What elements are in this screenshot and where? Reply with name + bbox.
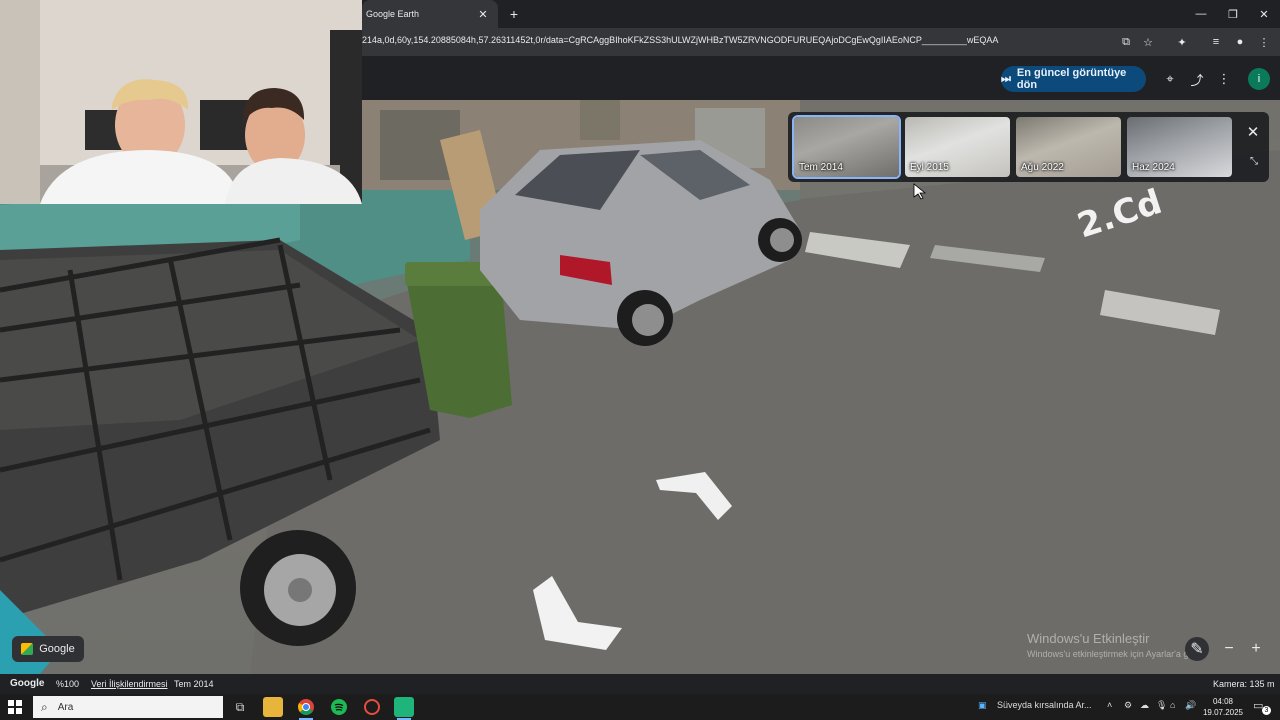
address-bar[interactable]: 214a,0d,60y,154.20885084h,57.26311452t,0… bbox=[362, 28, 1280, 56]
chrome-icon[interactable] bbox=[296, 697, 316, 720]
install-app-icon[interactable]: ⧉ bbox=[1118, 34, 1134, 50]
windows-taskbar: ⌕ Ara ⧉ ▣ Süveyda kırsalında Ar... ˄ ⚙ ☁… bbox=[0, 694, 1280, 720]
network-icon[interactable]: ⌂ bbox=[1170, 700, 1175, 710]
clock-date: 19.07.2025 bbox=[1202, 708, 1244, 717]
tab-google-earth[interactable]: Google Earth ✕ bbox=[362, 0, 498, 28]
taskbar-search[interactable]: ⌕ Ara bbox=[33, 696, 223, 718]
search-icon: ⌕ bbox=[41, 699, 48, 714]
historical-imagery-panel: Tem 2014 Eyl 2015 Ağu 2022 Haz 2024 ✕ ⤡ bbox=[788, 112, 1269, 182]
volume-icon[interactable]: 🔊 bbox=[1185, 700, 1196, 711]
screenshot-icon[interactable]: ⌖ bbox=[1161, 70, 1179, 88]
avatar[interactable]: i bbox=[1248, 68, 1270, 90]
tray-app-icon[interactable]: ⚙ bbox=[1124, 700, 1132, 711]
profile-icon[interactable]: ● bbox=[1232, 34, 1248, 50]
url-text[interactable]: 214a,0d,60y,154.20885084h,57.26311452t,0… bbox=[362, 35, 998, 45]
restore-icon[interactable]: ❐ bbox=[1217, 0, 1249, 28]
task-view-icon[interactable]: ⧉ bbox=[230, 697, 250, 717]
history-thumb-label: Tem 2014 bbox=[799, 162, 843, 173]
webcam-feed-illustration bbox=[0, 0, 362, 204]
history-thumb-2[interactable]: Eyl 2015 bbox=[905, 117, 1010, 177]
zoom-out-button[interactable]: − bbox=[1217, 637, 1241, 661]
spotify-icon[interactable] bbox=[329, 697, 349, 717]
share-icon[interactable]: ⤴ bbox=[1188, 70, 1206, 88]
more-options-icon[interactable]: ⋮ bbox=[1215, 70, 1233, 88]
microphone-icon[interactable]: 🎙 bbox=[1156, 700, 1167, 711]
news-widget-text[interactable]: Süveyda kırsalında Ar... bbox=[997, 700, 1092, 710]
history-thumb-3[interactable]: Ağu 2022 bbox=[1016, 117, 1121, 177]
history-thumb-label: Ağu 2022 bbox=[1021, 162, 1064, 173]
earth-status-bar: Google %100 Veri İlişkilendirmesi Tem 20… bbox=[0, 674, 1280, 694]
tab-title: Google Earth bbox=[366, 9, 420, 19]
browser-menu-icon[interactable]: ⋮ bbox=[1256, 34, 1272, 50]
news-widget-icon[interactable]: ▣ bbox=[978, 700, 987, 711]
taskbar-clock[interactable]: 04:08 19.07.2025 bbox=[1198, 696, 1248, 718]
extensions-icon[interactable]: ✦ bbox=[1174, 34, 1190, 50]
clock-time: 04:08 bbox=[1212, 697, 1234, 706]
google-chip-label: Google bbox=[39, 643, 75, 655]
close-history-icon[interactable]: ✕ bbox=[1245, 124, 1261, 141]
skip-next-icon: ⏭ bbox=[1001, 72, 1011, 85]
windows-start-icon[interactable] bbox=[8, 700, 22, 714]
tray-overflow-icon[interactable]: ˄ bbox=[1107, 700, 1112, 710]
notification-count-badge: 3 bbox=[1262, 706, 1271, 715]
pegman-icon[interactable]: ✎ bbox=[1185, 637, 1209, 661]
history-thumb-1[interactable]: Tem 2014 bbox=[792, 115, 901, 179]
new-tab-icon[interactable]: + bbox=[505, 5, 523, 23]
app-icon-green[interactable] bbox=[394, 697, 414, 720]
earth-top-bar: ⏭ En güncel görüntüye dön ⌖ ⤴ ⋮ i bbox=[362, 56, 1280, 100]
data-attribution-link[interactable]: Veri İlişkilendirmesi bbox=[91, 679, 168, 689]
history-thumb-4[interactable]: Haz 2024 bbox=[1127, 117, 1232, 177]
history-thumb-label: Eyl 2015 bbox=[910, 162, 949, 173]
history-thumb-label: Haz 2024 bbox=[1132, 162, 1175, 173]
activation-watermark-subtitle: Windows'u etkinleştirmek için Ayarlar'a … bbox=[1027, 649, 1205, 659]
collapse-icon[interactable]: ⤡ bbox=[1247, 154, 1261, 168]
latest-imagery-button[interactable]: ⏭ En güncel görüntüye dön bbox=[1001, 66, 1146, 92]
zoom-in-button[interactable]: + bbox=[1244, 637, 1268, 661]
status-camera-altitude: Kamera: 135 m bbox=[1213, 679, 1275, 689]
close-window-icon[interactable]: ✕ bbox=[1248, 0, 1280, 28]
minimize-icon[interactable]: — bbox=[1185, 0, 1217, 28]
browser-tab-bar: Google Earth ✕ + — ❐ ✕ bbox=[362, 0, 1280, 28]
latest-imagery-label: En güncel görüntüye dön bbox=[1016, 67, 1127, 91]
activation-watermark-title: Windows'u Etkinleştir bbox=[1027, 631, 1150, 646]
google-layer-chip[interactable]: Google bbox=[12, 636, 84, 662]
app-icon-red[interactable] bbox=[362, 697, 382, 717]
status-brand: Google bbox=[10, 678, 45, 689]
webcam-overlay bbox=[0, 0, 362, 204]
status-imagery-date: Tem 2014 bbox=[174, 679, 214, 689]
search-placeholder: Ara bbox=[57, 701, 74, 713]
media-controls-icon[interactable]: ≡ bbox=[1208, 34, 1224, 50]
tab-close-icon[interactable]: ✕ bbox=[476, 7, 490, 21]
tray-cloud-icon[interactable]: ☁ bbox=[1140, 700, 1149, 711]
file-explorer-icon[interactable] bbox=[263, 697, 283, 717]
google-logo-icon bbox=[21, 643, 34, 655]
bookmark-star-icon[interactable]: ☆ bbox=[1140, 34, 1156, 50]
status-zoom: %100 bbox=[56, 679, 80, 689]
